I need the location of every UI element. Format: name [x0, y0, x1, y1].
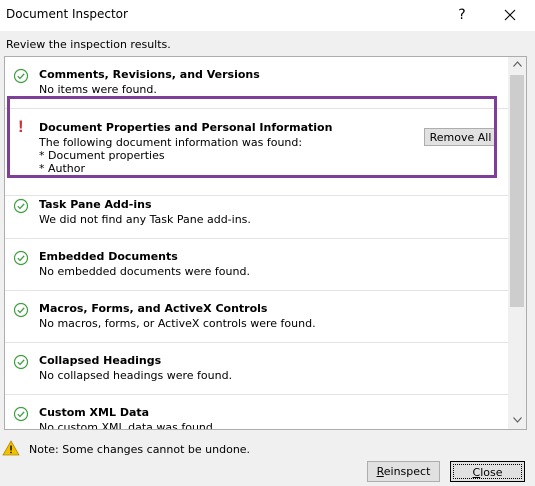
- result-item-embedded-documents: Embedded Documents No embedded documents…: [5, 239, 508, 291]
- scroll-up-icon[interactable]: [508, 57, 526, 73]
- result-item-custom-xml: Custom XML Data No custom XML data was f…: [5, 395, 508, 429]
- result-item-task-pane-addins: Task Pane Add-ins We did not find any Ta…: [5, 187, 508, 239]
- result-title: Macros, Forms, and ActiveX Controls: [39, 302, 268, 315]
- result-title: Collapsed Headings: [39, 354, 162, 367]
- exclamation-icon: !: [18, 117, 24, 136]
- window-title: Document Inspector: [6, 7, 128, 21]
- vertical-scrollbar[interactable]: [508, 57, 526, 429]
- result-description: We did not find any Task Pane add-ins.: [39, 213, 251, 226]
- result-title: Task Pane Add-ins: [39, 198, 152, 211]
- check-circle-icon: [13, 198, 29, 214]
- result-title: Custom XML Data: [39, 406, 150, 419]
- check-circle-icon: [13, 406, 29, 422]
- result-title: Document Properties and Personal Informa…: [39, 121, 333, 134]
- result-title: Comments, Revisions, and Versions: [39, 68, 260, 81]
- result-description: No macros, forms, or ActiveX controls we…: [39, 317, 316, 330]
- result-description: The following document information was f…: [39, 136, 303, 175]
- check-circle-icon: [13, 68, 29, 84]
- scroll-thumb[interactable]: [510, 75, 524, 307]
- title-bar: Document Inspector ?: [0, 0, 535, 31]
- warning-icon: [2, 440, 20, 456]
- instructions-text: Review the inspection results.: [6, 38, 171, 51]
- result-item-document-properties: ! Document Properties and Personal Infor…: [5, 109, 508, 196]
- result-description: No items were found.: [39, 83, 157, 96]
- result-item-comments: Comments, Revisions, and Versions No ite…: [5, 57, 508, 109]
- help-button[interactable]: ?: [451, 3, 473, 27]
- close-button[interactable]: Close: [450, 461, 525, 482]
- reinspect-button[interactable]: Reinspect: [367, 461, 440, 482]
- inspection-results-list: Comments, Revisions, and Versions No ite…: [4, 56, 527, 430]
- check-circle-icon: [13, 302, 29, 318]
- undo-warning-note: Note: Some changes cannot be undone.: [29, 443, 251, 456]
- close-label: Close: [472, 466, 503, 479]
- result-item-macros: Macros, Forms, and ActiveX Controls No m…: [5, 291, 508, 343]
- result-item-collapsed-headings: Collapsed Headings No collapsed headings…: [5, 343, 508, 395]
- check-circle-icon: [13, 354, 29, 370]
- results-scroll-area[interactable]: Comments, Revisions, and Versions No ite…: [5, 57, 508, 429]
- result-description: No collapsed headings were found.: [39, 369, 233, 382]
- reinspect-label: Reinspect: [376, 465, 431, 478]
- close-icon[interactable]: [495, 3, 525, 27]
- remove-all-button[interactable]: Remove All: [424, 128, 497, 146]
- result-description: No custom XML data was found.: [39, 421, 217, 429]
- scroll-down-icon[interactable]: [508, 413, 526, 429]
- result-description: No embedded documents were found.: [39, 265, 250, 278]
- check-circle-icon: [13, 250, 29, 266]
- result-title: Embedded Documents: [39, 250, 178, 263]
